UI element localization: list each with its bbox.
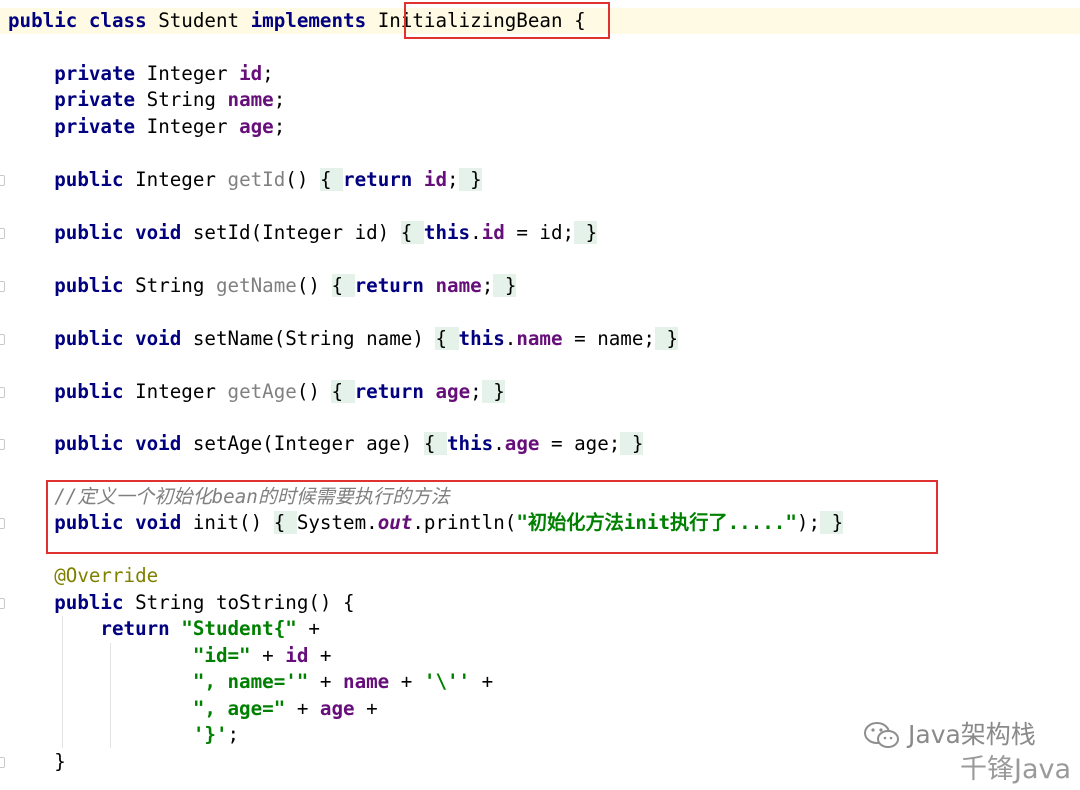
code-line-1: public class Student implements Initiali… — [0, 8, 1080, 34]
code-text: return "Student{" + — [100, 617, 320, 640]
code-line-11: public String getName() { return name; } — [0, 273, 1080, 299]
code-line-26: ", name='" + name + '\'' + — [0, 669, 1080, 695]
code-line-25: "id=" + id + — [0, 643, 1080, 669]
code-line-7: public Integer getId() { return id; } — [0, 167, 1080, 193]
code-line-3: private Integer id; — [0, 61, 1080, 87]
code-text: @Override — [54, 564, 159, 587]
code-text: public void setAge(Integer age) { this.a… — [54, 432, 644, 455]
code-text: ", name='" + name + '\'' + — [192, 670, 494, 693]
watermark-line2: 千锋Java — [960, 754, 1072, 785]
code-text: public String getName() { return name; } — [54, 274, 517, 297]
code-text: ", age=" + age + — [192, 697, 378, 720]
code-line-5: private Integer age; — [0, 114, 1080, 140]
indent-guide — [62, 616, 63, 748]
fold-marker-icon[interactable] — [0, 334, 5, 345]
code-text: public void setName(String name) { this.… — [54, 327, 679, 350]
code-line-17: public void setAge(Integer age) { this.a… — [0, 431, 1080, 457]
wechat-icon — [864, 722, 899, 748]
watermark: Java架构栈 千锋Java — [840, 714, 1080, 790]
code-comment: //定义一个初始化bean的时候需要执行的方法 — [54, 485, 450, 508]
code-text: public void init() { System.out.println(… — [54, 511, 844, 534]
fold-marker-icon[interactable] — [0, 757, 5, 768]
code-text: public class Student implements Initiali… — [8, 9, 586, 32]
code-line-4: private String name; — [0, 87, 1080, 113]
fold-marker-icon[interactable] — [0, 175, 5, 186]
fold-marker-icon[interactable] — [0, 598, 5, 609]
code-text: private Integer id; — [54, 62, 274, 85]
code-line-9: public void setId(Integer id) { this.id … — [0, 220, 1080, 246]
code-text: public Integer getAge() { return age; } — [54, 380, 505, 403]
code-text: public void setId(Integer id) { this.id … — [54, 221, 598, 244]
code-text: public String toString() { — [54, 591, 355, 614]
code-line-24: return "Student{" + — [0, 616, 1080, 642]
code-line-20: public void init() { System.out.println(… — [0, 510, 1080, 536]
code-text: "id=" + id + — [192, 644, 332, 667]
code-line-15: public Integer getAge() { return age; } — [0, 379, 1080, 405]
code-line-13: public void setName(String name) { this.… — [0, 326, 1080, 352]
watermark-line1: Java架构栈 — [908, 720, 1036, 749]
code-line-19: //定义一个初始化bean的时候需要执行的方法 — [0, 484, 1080, 510]
fold-marker-icon[interactable] — [0, 387, 5, 398]
fold-marker-icon[interactable] — [0, 518, 5, 529]
code-editor[interactable]: public class Student implements Initiali… — [0, 0, 1080, 790]
code-text: //定义一个初始化bean的时候需要执行的方法 — [8, 484, 450, 510]
code-text: } — [8, 750, 66, 773]
code-line-22: @Override — [0, 563, 1080, 589]
indent-guide — [110, 643, 111, 748]
fold-marker-icon[interactable] — [0, 281, 5, 292]
fold-marker-icon[interactable] — [0, 228, 5, 239]
code-text: private String name; — [54, 88, 286, 111]
code-line-23: public String toString() { — [0, 590, 1080, 616]
code-text: private Integer age; — [54, 115, 286, 138]
fold-marker-icon[interactable] — [0, 439, 5, 450]
code-text: '}'; — [192, 723, 240, 746]
code-text: public Integer getId() { return id; } — [54, 168, 482, 191]
